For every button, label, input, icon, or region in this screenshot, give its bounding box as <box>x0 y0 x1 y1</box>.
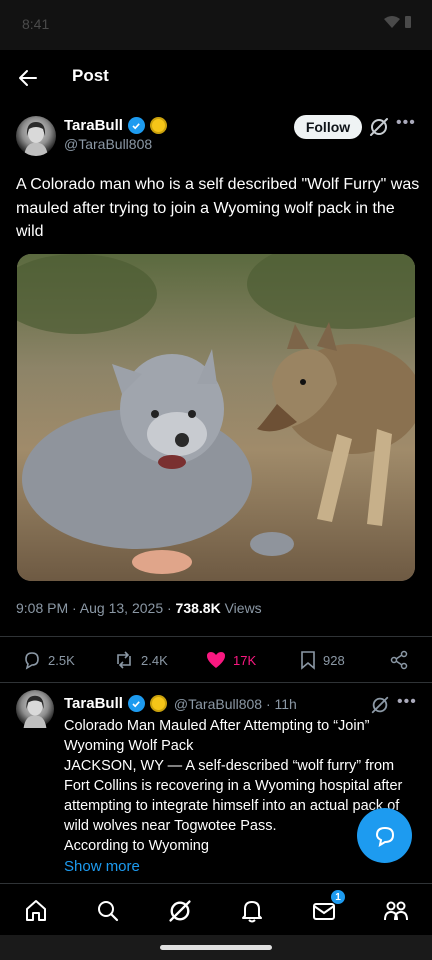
heart-icon <box>207 652 225 668</box>
gold-badge-icon <box>149 695 167 712</box>
communities-icon <box>384 901 408 921</box>
status-icons <box>384 15 412 29</box>
like-count: 17K <box>233 652 257 668</box>
verified-badge-icon <box>127 117 145 134</box>
more-icon[interactable]: ••• <box>396 114 418 138</box>
wolf-image-illustration <box>17 254 415 581</box>
battery-icon <box>405 16 411 28</box>
grok-icon <box>370 118 388 136</box>
verified-badge-icon <box>127 695 145 712</box>
reply-author-avatar[interactable] <box>16 690 54 728</box>
compose-message-button[interactable] <box>357 808 412 863</box>
status-time: 8:41 <box>22 16 50 32</box>
post-timestamp: 9:08 PM · Aug 13, 2025 · <box>16 600 176 616</box>
reply-headline: Colorado Man Mauled After Attempting to … <box>64 718 370 754</box>
nav-search[interactable] <box>93 896 123 926</box>
grok-button[interactable] <box>368 116 392 140</box>
divider <box>0 636 432 637</box>
show-more-link[interactable]: Show more <box>64 858 140 875</box>
messages-badge: 1 <box>330 889 346 905</box>
author-avatar[interactable] <box>16 116 56 156</box>
reply-count: 2.5K <box>48 652 75 668</box>
like-button[interactable]: 17K <box>205 650 256 670</box>
bookmark-button[interactable]: 928 <box>299 650 345 670</box>
author-name[interactable]: TaraBull <box>64 117 123 134</box>
more-icon[interactable]: ••• <box>397 693 417 711</box>
author-handle[interactable]: @TaraBull808 <box>64 136 152 152</box>
home-indicator[interactable] <box>160 945 272 950</box>
post-header: Post <box>0 50 432 106</box>
repost-count: 2.4K <box>141 652 168 668</box>
compose-message-icon <box>375 826 394 847</box>
bookmark-icon <box>301 651 315 670</box>
nav-messages[interactable]: 1 <box>309 889 346 926</box>
avatar-portrait-icon <box>24 122 48 156</box>
bottom-nav: 1 <box>0 883 432 935</box>
reply-header: TaraBull @TaraBull808 · 11h <box>64 695 297 712</box>
home-icon <box>26 900 46 921</box>
nav-communities[interactable] <box>381 896 411 926</box>
reply-handle-time: @TaraBull808 · 11h <box>173 695 297 712</box>
grok-icon <box>169 900 191 922</box>
follow-button[interactable]: Follow <box>294 115 362 139</box>
post-text: A Colorado man who is a self described "… <box>16 176 420 240</box>
system-gesture-area <box>0 935 432 960</box>
repost-icon <box>117 651 131 669</box>
status-bar: 8:41 <box>0 0 432 50</box>
nav-notifications[interactable] <box>237 896 267 926</box>
bookmark-count: 928 <box>323 652 345 668</box>
repost-button[interactable]: 2.4K <box>113 650 168 670</box>
reply-icon <box>25 652 39 670</box>
avatar-portrait-icon <box>23 695 47 728</box>
reply-button[interactable]: 2.5K <box>22 650 75 670</box>
post-actions: 2.5K 2.4K 17K 928 <box>0 643 432 677</box>
reply-grok-button[interactable] <box>370 695 390 715</box>
notifications-icon <box>242 901 262 923</box>
share-icon <box>390 650 408 670</box>
nav-home[interactable] <box>21 896 51 926</box>
back-arrow-icon <box>19 70 37 86</box>
author-name-row: TaraBull <box>64 117 167 134</box>
divider <box>0 682 432 683</box>
post-meta: 9:08 PM · Aug 13, 2025 · 738.8K Views <box>16 600 262 616</box>
share-button[interactable] <box>389 650 409 670</box>
grok-icon <box>371 696 389 714</box>
gold-badge-icon <box>149 117 167 134</box>
back-button[interactable] <box>14 64 42 92</box>
reply-author-name[interactable]: TaraBull <box>64 695 123 712</box>
wifi-icon <box>384 15 400 28</box>
post-image[interactable] <box>17 254 415 581</box>
nav-grok[interactable] <box>165 896 195 926</box>
page-title: Post <box>72 66 109 85</box>
search-icon <box>98 901 119 922</box>
views-label: Views <box>220 600 262 616</box>
views-count[interactable]: 738.8K <box>176 600 221 616</box>
